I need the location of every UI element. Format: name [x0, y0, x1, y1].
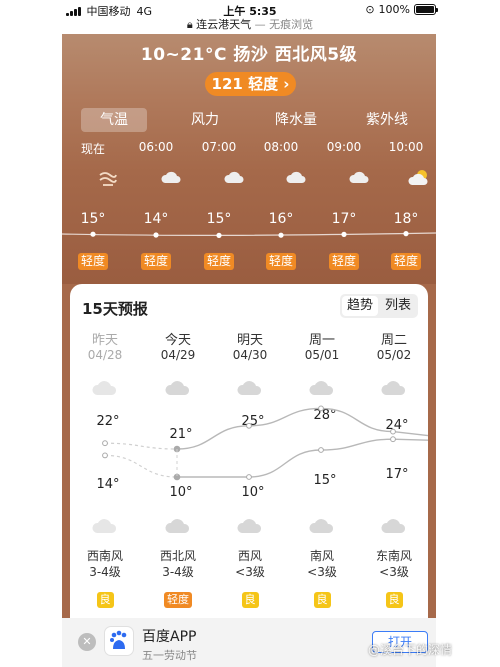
cloud-icon [309, 519, 334, 533]
day-aqi-chip: 良 [385, 592, 403, 608]
cloud-icon [161, 171, 181, 183]
hour-aqi-chip: 轻度 [77, 253, 108, 270]
app-name: 百度APP [142, 629, 197, 645]
forecast-card: 15天预报 趋势 列表 昨天 今天 明天 周一 周二 04/28 04/29 0… [70, 284, 428, 618]
sun-cloud-icon [408, 170, 428, 185]
wind-level: 3-4级 [162, 565, 194, 579]
wind-direction: 南风 [309, 549, 334, 563]
hour-point [216, 232, 222, 238]
cloud-icon [381, 519, 406, 533]
hour-point [278, 232, 284, 238]
low-temp-point [390, 436, 396, 443]
wind-direction: 西风 [237, 549, 262, 563]
hour-aqi-chip: 轻度 [328, 253, 359, 270]
baidu-app-logo [104, 626, 134, 656]
battery-icon [414, 4, 438, 15]
wind-info: 西北风 3-4级 [148, 548, 208, 580]
battery-percent: 100% [378, 3, 410, 16]
tab-temperature[interactable]: 气温 [81, 108, 147, 132]
low-temp: 17° [385, 467, 409, 482]
tab-wind[interactable]: 风力 [172, 108, 238, 132]
hour-aqi-chip: 轻度 [390, 253, 421, 270]
low-temp-past-line [104, 454, 178, 478]
url-bar[interactable]: 🔒︎ 连云港天气 — 无痕浏览 [0, 16, 500, 32]
sand-wind-icon [99, 172, 117, 186]
hour-time: 06:00 [138, 140, 174, 154]
low-temp-point [318, 447, 324, 453]
wind-info: 西南风 3-4级 [75, 548, 135, 580]
hour-time: 07:00 [201, 140, 237, 154]
wind-level: 3-4级 [89, 565, 121, 579]
hour-temp: 14° [143, 211, 169, 227]
high-temp-point [246, 422, 252, 429]
hourly-aqi: 轻度 轻度 轻度 轻度 轻度 轻度 [62, 250, 436, 270]
site-title: 连云港天气 [196, 18, 252, 31]
tab-precipitation[interactable]: 降水量 [263, 108, 329, 132]
cloud-icon [237, 519, 262, 533]
app-subtitle: 五一劳动节 [142, 649, 197, 662]
hour-temp: 16° [268, 211, 294, 227]
low-temp-point [246, 474, 252, 480]
low-temp: 10° [169, 485, 193, 500]
wind-info: 南风 <3级 [292, 548, 352, 580]
hour-time: 现在 [80, 142, 105, 156]
hour-temp: 15° [80, 211, 106, 227]
hour-time: 10:00 [388, 140, 424, 154]
hour-temp: 17° [331, 211, 357, 227]
cloud-icon [349, 171, 369, 183]
high-temp-point [102, 440, 108, 447]
wind-level: <3级 [307, 565, 337, 579]
hour-aqi-chip: 轻度 [140, 253, 171, 270]
hour-time: 08:00 [263, 140, 299, 154]
cloud-icon [165, 519, 190, 533]
hourly-icons [62, 168, 436, 192]
hour-point [153, 232, 159, 238]
private-mode-label: — 无痕浏览 [254, 18, 314, 31]
cloud-icon [92, 519, 117, 533]
cloud-icon [224, 171, 244, 183]
hour-temp: 15° [206, 211, 232, 227]
metric-tabs: 气温 风力 降水量 紫外线 [62, 106, 436, 132]
day-aqi-chip: 良 [313, 592, 331, 608]
lock-icon: 🔒︎ [186, 18, 193, 31]
hourly-times: 现在 06:00 07:00 08:00 09:00 10:00 [62, 140, 436, 156]
cloud-icon [286, 171, 306, 183]
high-temp-line [176, 407, 428, 450]
status-right: ⊙ 100% [365, 3, 438, 16]
hour-temp: 18° [393, 211, 419, 227]
hour-point [403, 231, 409, 237]
low-temp: 10° [241, 485, 265, 500]
wind-info: 西风 <3级 [220, 548, 280, 580]
wind-level: <3级 [379, 565, 409, 579]
high-temp-point [318, 405, 324, 412]
wind-info: 东南风 <3级 [364, 548, 424, 580]
hour-time: 09:00 [326, 140, 362, 154]
tab-uv[interactable]: 紫外线 [354, 108, 420, 132]
wind-direction: 东南风 [375, 549, 412, 563]
weather-header: 10~21°C 扬沙 西北风5级 121 轻度 › 气温 风力 降水量 紫外线 … [62, 34, 436, 284]
day-aqi-chip: 良 [96, 592, 114, 608]
hour-point [90, 231, 96, 237]
watermark: @溪台下的深情 [368, 643, 453, 657]
aqi-badge[interactable]: 121 轻度 › [205, 72, 296, 96]
close-icon[interactable]: ✕ [78, 633, 96, 651]
hourly-temp-line [62, 231, 436, 238]
hour-point [341, 231, 347, 237]
high-temp-past-line [104, 442, 178, 450]
hourly-temps: 15° 14° 15° 16° 17° 18° [62, 211, 436, 229]
wind-direction: 西南风 [86, 549, 123, 563]
wind-level: <3级 [235, 565, 265, 579]
wind-direction: 西北风 [159, 549, 196, 563]
day-aqi-chip: 轻度 [164, 592, 192, 608]
orientation-lock-icon: ⊙ [365, 3, 375, 16]
low-temp-point [102, 452, 108, 459]
low-temp: 14° [96, 477, 120, 492]
hour-aqi-chip: 轻度 [203, 253, 234, 270]
hour-aqi-chip: 轻度 [265, 253, 296, 270]
low-temp: 15° [313, 473, 337, 488]
day-aqi-chip: 良 [241, 592, 259, 608]
high-temp-point [390, 428, 396, 435]
weather-headline: 10~21°C 扬沙 西北风5级 [140, 45, 358, 65]
